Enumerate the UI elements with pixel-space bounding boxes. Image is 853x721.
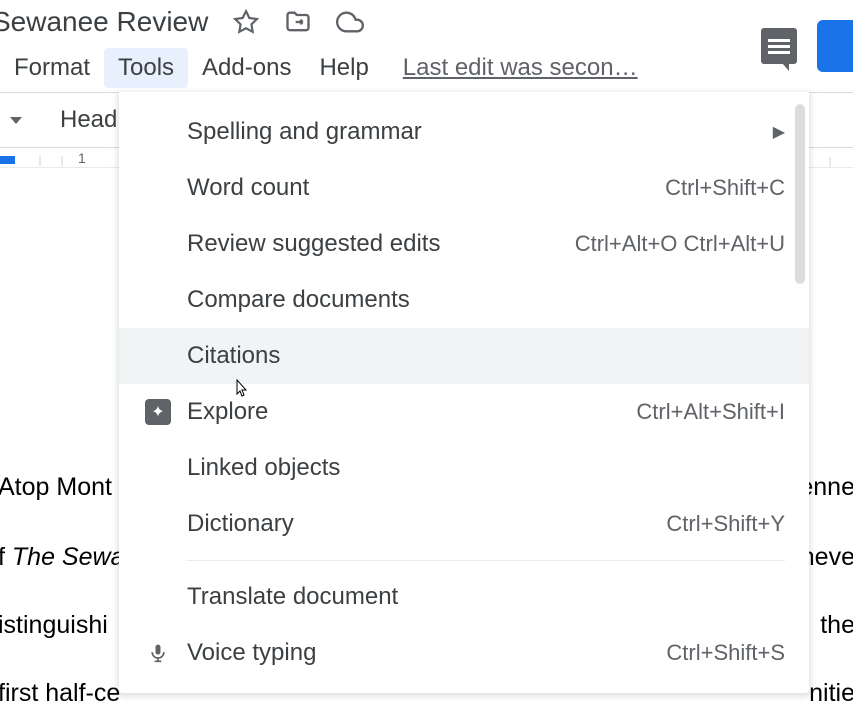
star-icon[interactable] [232, 8, 260, 36]
menu-linked-objects[interactable]: Linked objects [119, 440, 809, 496]
title-bar: Sewanee Review [0, 0, 853, 44]
submenu-arrow-icon: ▶ [773, 122, 785, 142]
share-button[interactable] [817, 20, 853, 72]
menu-translate-document[interactable]: Translate document [119, 569, 809, 625]
document-title[interactable]: Sewanee Review [0, 6, 208, 38]
doc-text: nitie [809, 666, 853, 721]
title-icons [232, 8, 364, 36]
menu-voice-typing[interactable]: Voice typing Ctrl+Shift+S [119, 625, 809, 681]
comment-history-icon[interactable] [761, 28, 797, 64]
shortcut-label: Ctrl+Shift+C [665, 175, 785, 201]
cloud-icon[interactable] [336, 8, 364, 36]
menu-explore[interactable]: Explore Ctrl+Alt+Shift+I [119, 384, 809, 440]
dropdown-icon[interactable] [10, 117, 22, 124]
doc-text: f The Sewa [0, 530, 124, 585]
menu-review-suggested-edits[interactable]: Review suggested edits Ctrl+Alt+O Ctrl+A… [119, 216, 809, 272]
move-folder-icon[interactable] [284, 8, 312, 36]
shortcut-label: Ctrl+Shift+Y [666, 511, 785, 537]
microphone-icon [147, 639, 169, 667]
ruler-indent-marker[interactable] [0, 156, 15, 164]
shortcut-label: Ctrl+Alt+Shift+I [636, 399, 785, 425]
doc-text: istinguishi [0, 598, 108, 653]
tools-dropdown-menu: Spelling and grammar ▶ Word count Ctrl+S… [119, 92, 809, 693]
menu-format[interactable]: Format [0, 48, 104, 88]
ruler-number: 1 [78, 150, 86, 166]
menu-help[interactable]: Help [305, 48, 382, 88]
doc-text: Atop Mont [0, 460, 112, 515]
shortcut-label: Ctrl+Shift+S [666, 640, 785, 666]
menu-spelling-grammar[interactable]: Spelling and grammar ▶ [119, 104, 809, 160]
menu-bar: Format Tools Add-ons Help Last edit was … [0, 44, 853, 92]
right-title-icons [761, 20, 853, 72]
ruler-ticks-left: ｜｜ [35, 153, 79, 168]
menu-dictionary[interactable]: Dictionary Ctrl+Shift+Y [119, 496, 809, 552]
menu-addons[interactable]: Add-ons [188, 48, 305, 88]
menu-citations[interactable]: Citations [119, 328, 809, 384]
menu-compare-documents[interactable]: Compare documents [119, 272, 809, 328]
shortcut-label: Ctrl+Alt+O Ctrl+Alt+U [575, 231, 785, 257]
explore-icon [145, 399, 171, 425]
doc-text: first half-ce [0, 666, 120, 721]
menu-word-count[interactable]: Word count Ctrl+Shift+C [119, 160, 809, 216]
last-edit-link[interactable]: Last edit was secon… [403, 54, 638, 82]
menu-tools[interactable]: Tools [104, 48, 188, 88]
menu-divider [187, 560, 785, 561]
doc-text: the [820, 598, 853, 653]
